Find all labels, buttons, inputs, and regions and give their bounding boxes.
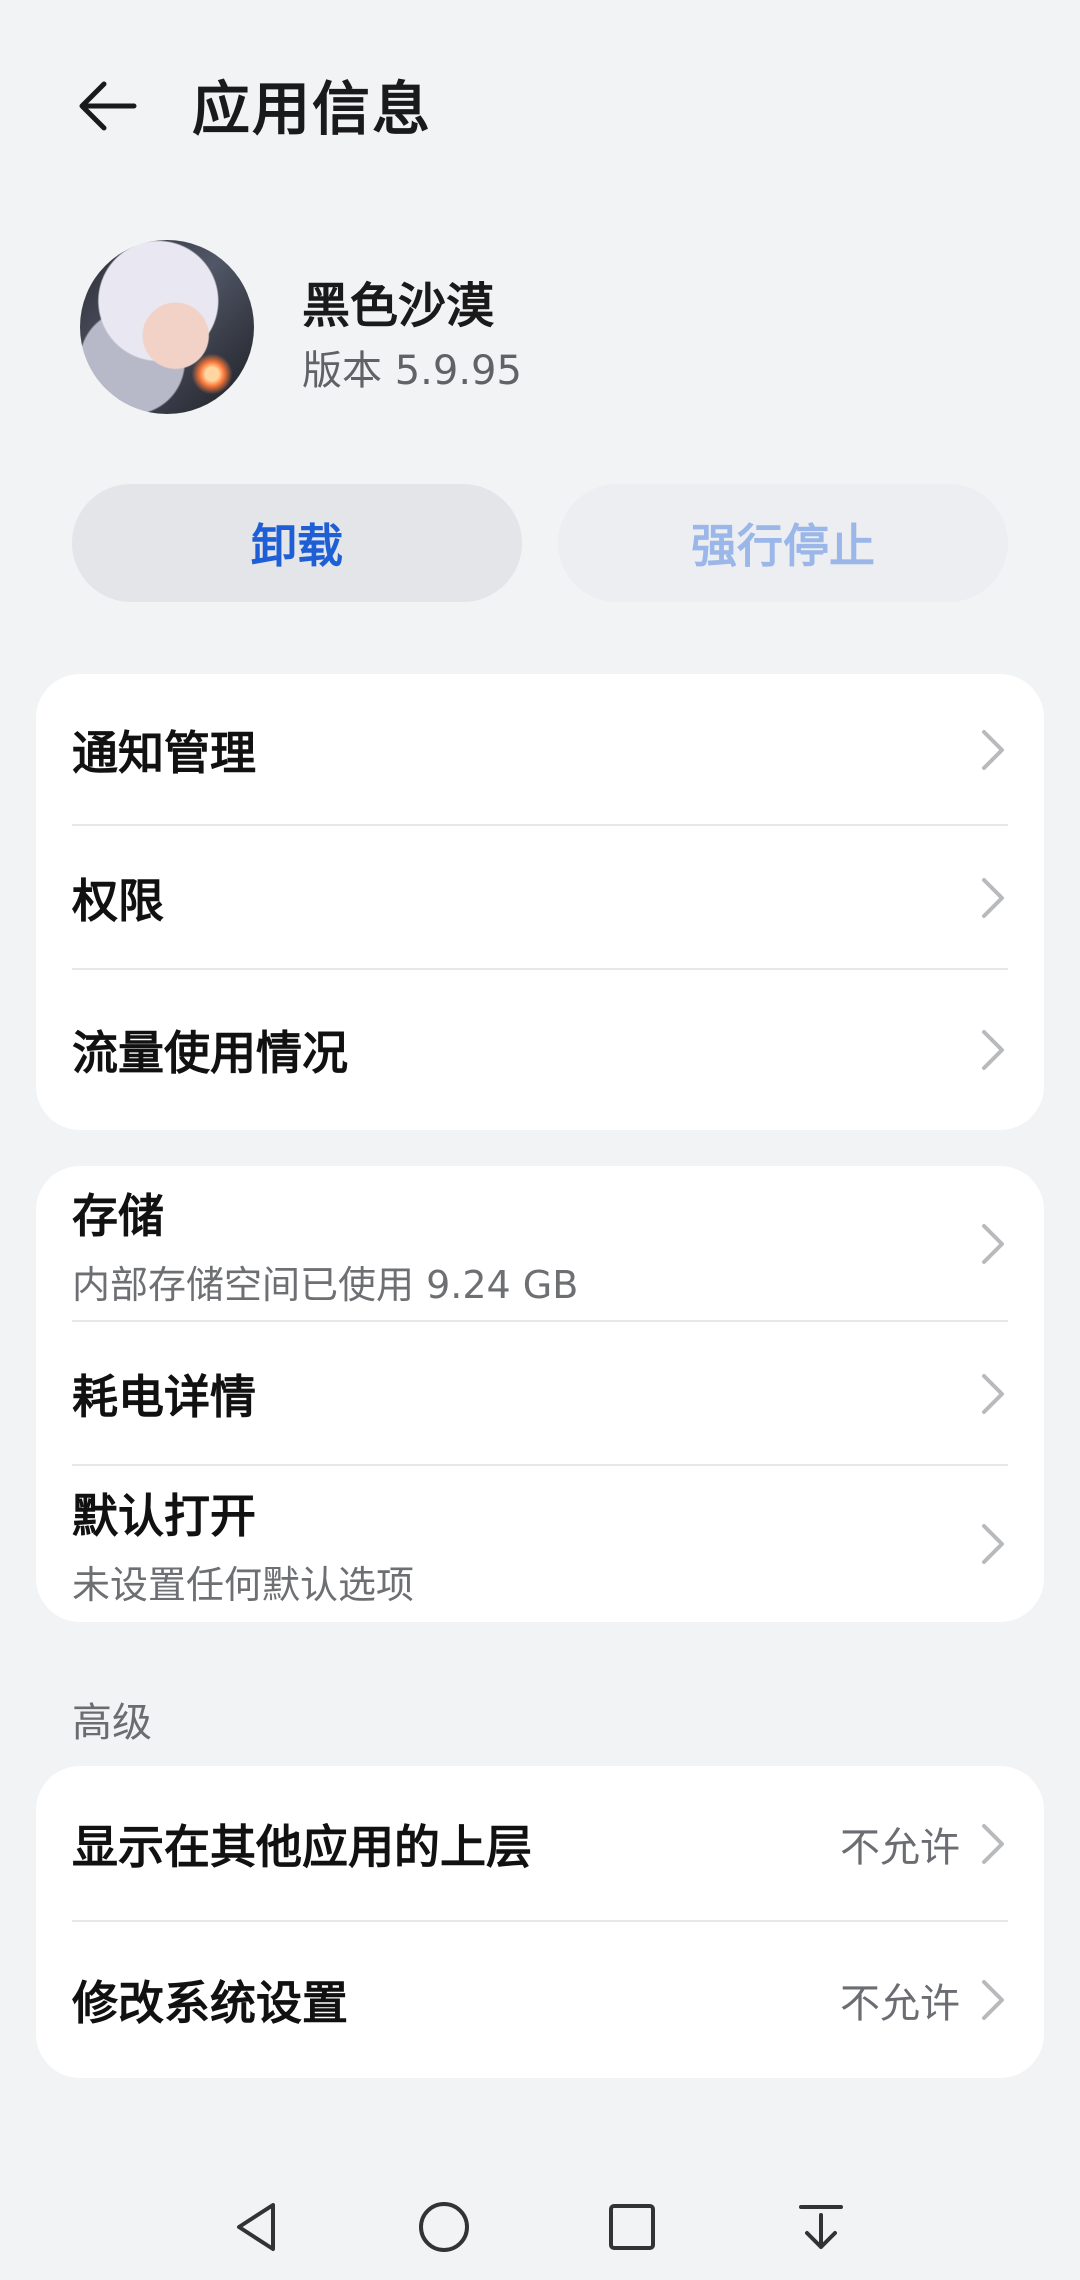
chevron-right-icon [982,1224,1004,1264]
chevron-right-icon [982,1030,1004,1070]
display-over-other-apps-item[interactable]: 显示在其他应用的上层 不允许 [36,1766,1044,1922]
data-usage-item[interactable]: 流量使用情况 [36,970,1044,1130]
page-title: 应用信息 [192,75,433,143]
nav-recents-button[interactable] [597,2192,667,2262]
nav-notification-pull-icon [799,2205,843,2249]
nav-back-icon [237,2203,275,2251]
nav-back-button[interactable] [222,2192,292,2262]
item-label: 流量使用情况 [72,1026,348,1080]
settings-card-advanced: 显示在其他应用的上层 不允许 修改系统设置 不允许 [36,1766,1044,2078]
app-icon [80,240,254,414]
section-header-partial: 商店 [72,2148,160,2160]
force-stop-button[interactable]: 强行停止 [558,484,1008,602]
nav-home-button[interactable] [409,2192,479,2262]
chevron-right-icon [982,1524,1004,1564]
nav-home-icon [419,2202,469,2252]
item-value: 不允许 [840,1825,960,1871]
system-navigation-bar [0,2170,1080,2280]
chevron-right-icon [982,1980,1004,2020]
item-label: 耗电详情 [72,1370,256,1424]
chevron-right-icon [982,878,1004,918]
item-label: 显示在其他应用的上层 [72,1820,532,1874]
item-label: 修改系统设置 [72,1976,348,2030]
notification-management-item[interactable]: 通知管理 [36,674,1044,826]
item-value: 不允许 [840,1981,960,2027]
chevron-right-icon [982,1824,1004,1864]
item-label: 默认打开 [72,1488,256,1543]
item-subtitle: 内部存储空间已使用 9.24 GB [72,1262,579,1307]
item-label: 权限 [72,874,164,928]
settings-card-storage: 存储 内部存储空间已使用 9.24 GB 耗电详情 默认打开 未设置任何默认选项 [36,1166,1044,1622]
item-subtitle: 未设置任何默认选项 [72,1562,415,1607]
item-label: 通知管理 [72,726,256,780]
permissions-item[interactable]: 权限 [36,826,1044,970]
open-by-default-item[interactable]: 默认打开 未设置任何默认选项 [36,1466,1044,1622]
app-info-screen: 应用信息 黑色沙漠 版本 5.9.95 卸载 强行停止 通知管理 权限 流量使用… [0,0,1080,2280]
app-name: 黑色沙漠 [302,278,495,334]
modify-system-settings-item[interactable]: 修改系统设置 不允许 [36,1922,1044,2078]
uninstall-button[interactable]: 卸载 [72,484,522,602]
battery-usage-item[interactable]: 耗电详情 [36,1322,1044,1466]
app-version: 版本 5.9.95 [302,348,522,394]
item-label: 存储 [72,1188,164,1243]
header: 应用信息 [0,0,1080,200]
nav-notification-button[interactable] [786,2192,856,2262]
back-button[interactable] [58,56,158,156]
chevron-right-icon [982,730,1004,770]
settings-card-general: 通知管理 权限 流量使用情况 [36,674,1044,1130]
storage-item[interactable]: 存储 内部存储空间已使用 9.24 GB [36,1166,1044,1322]
chevron-right-icon [982,1374,1004,1414]
nav-recents-icon [609,2204,655,2250]
back-arrow-icon [79,81,137,131]
section-header-advanced: 高级 [72,1700,152,1746]
